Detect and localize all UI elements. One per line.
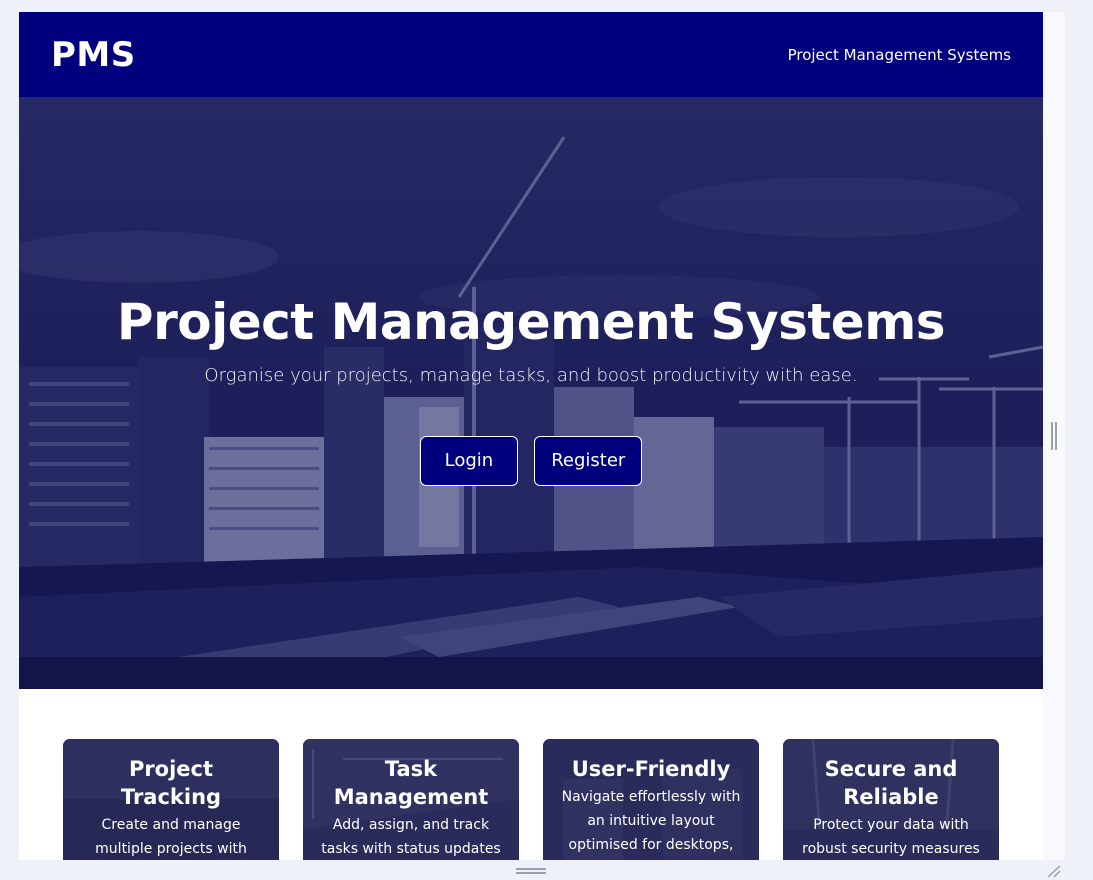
feature-title: User-Friendly <box>571 757 731 781</box>
vertical-resize-grip-icon[interactable] <box>1051 422 1057 450</box>
feature-title: Secure and Reliable <box>824 757 958 809</box>
page-frame: PMS Project Management Systems Project M… <box>19 12 1043 860</box>
feature-text: Create and manage multiple projects with… <box>95 817 247 857</box>
navbar: PMS Project Management Systems <box>19 12 1043 97</box>
resize-corner-icon[interactable] <box>1046 864 1062 878</box>
feature-text: Protect your data with robust security m… <box>802 817 980 857</box>
hero-title: Project Management Systems <box>116 293 946 351</box>
hero-content: Project Management Systems Organise your… <box>19 97 1043 689</box>
feature-title: Task Management <box>333 757 489 809</box>
login-button[interactable]: Login <box>419 436 519 486</box>
feature-card-project-tracking: Project Tracking Create and manage multi… <box>63 739 279 860</box>
brand-logo[interactable]: PMS <box>51 35 136 75</box>
hero-section: Project Management Systems Organise your… <box>19 97 1043 689</box>
feature-card-user-friendly: User-Friendly Navigate effortlessly with… <box>543 739 759 860</box>
feature-title: Project Tracking <box>120 757 222 809</box>
hero-buttons: Login Register <box>419 436 643 486</box>
register-button[interactable]: Register <box>534 436 643 486</box>
hero-subtitle: Organise your projects, manage tasks, an… <box>204 365 858 386</box>
feature-card-secure-reliable: Secure and Reliable Protect your data wi… <box>783 739 999 860</box>
features-section: Project Tracking Create and manage multi… <box>19 689 1043 860</box>
feature-text: Add, assign, and track tasks with status… <box>321 817 501 857</box>
feature-card-task-management: Task Management Add, assign, and track t… <box>303 739 519 860</box>
nav-link-home[interactable]: Project Management Systems <box>788 46 1011 64</box>
feature-text: Navigate effortlessly with an intuitive … <box>561 789 741 853</box>
horizontal-resize-grip-icon[interactable] <box>516 868 546 874</box>
